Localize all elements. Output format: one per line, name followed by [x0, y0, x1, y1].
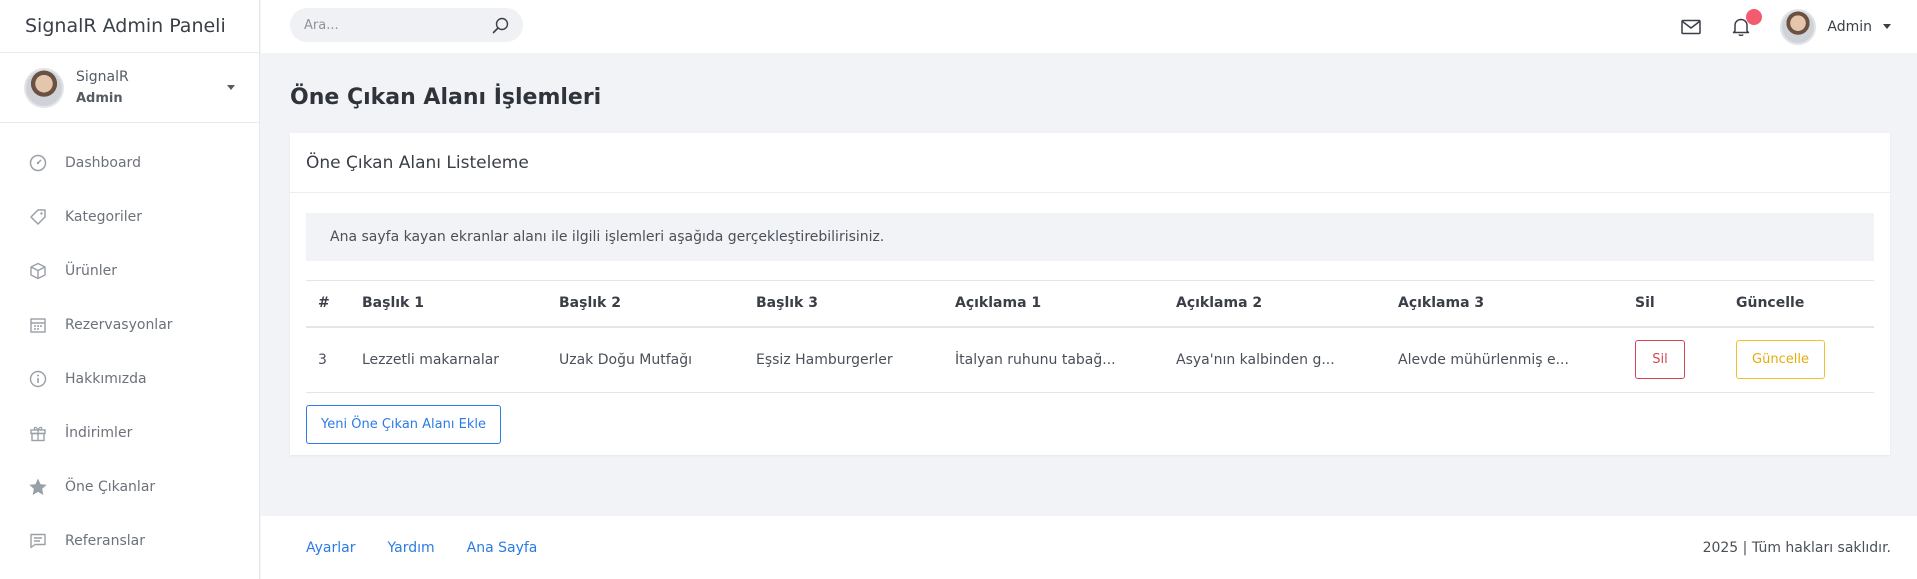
column-header: Sil — [1623, 280, 1724, 328]
user-menu-label[interactable]: Admin — [1827, 19, 1872, 35]
brand-title[interactable]: SignalR Admin Paneli — [0, 0, 259, 53]
search-icon[interactable] — [492, 17, 509, 38]
sidebar-profile[interactable]: SignalR Admin — [0, 53, 259, 123]
update-button[interactable]: Güncelle — [1736, 340, 1825, 380]
chevron-down-icon[interactable] — [227, 85, 235, 90]
info-icon — [28, 369, 48, 389]
message-icon — [28, 531, 48, 551]
sidebar-item-label: Öne Çıkanlar — [65, 479, 156, 495]
table-row: 3 Lezzetli makarnalar Uzak Doğu Mutfağı … — [306, 326, 1874, 393]
cell-sil: Sil — [1623, 326, 1724, 393]
column-header: Başlık 2 — [547, 280, 744, 328]
sidebar-item-indirimler[interactable]: İndirimler — [0, 406, 259, 460]
sidebar-item-label: Kategoriler — [65, 209, 142, 225]
sidebar-nav: Dashboard Kategoriler Ürünler Rezervasyo… — [0, 123, 259, 568]
list-card: Öne Çıkan Alanı Listeleme Ana sayfa kaya… — [290, 133, 1890, 455]
calendar-icon — [28, 315, 48, 335]
cell-id: 3 — [306, 326, 350, 393]
tag-icon — [28, 207, 48, 227]
star-icon — [28, 477, 48, 497]
sidebar-item-label: Ürünler — [65, 263, 118, 279]
page-title: Öne Çıkan Alanı İşlemleri — [290, 85, 602, 110]
user-avatar[interactable] — [1780, 8, 1817, 45]
topbar: Admin — [261, 0, 1917, 53]
sidebar-item-one-cikanlar[interactable]: Öne Çıkanlar — [0, 460, 259, 514]
search-input[interactable] — [304, 17, 474, 33]
box-icon — [28, 261, 48, 281]
card-title: Öne Çıkan Alanı Listeleme — [290, 133, 1890, 193]
profile-role: Admin — [76, 91, 123, 106]
sidebar-item-label: İndirimler — [65, 425, 133, 441]
gift-icon — [28, 423, 48, 443]
notification-badge — [1746, 8, 1763, 25]
sidebar-item-hakkimizda[interactable]: Hakkımızda — [0, 352, 259, 406]
chevron-down-icon[interactable] — [1883, 24, 1891, 29]
cell-baslik-1: Lezzetli makarnalar — [350, 326, 547, 393]
sidebar-item-dashboard[interactable]: Dashboard — [0, 136, 259, 190]
footer-link-settings[interactable]: Ayarlar — [306, 540, 355, 556]
sidebar-item-referanslar[interactable]: Referanslar — [0, 514, 259, 568]
sidebar-item-label: Dashboard — [65, 155, 141, 171]
bell-icon[interactable] — [1730, 8, 1763, 38]
footer-link-home[interactable]: Ana Sayfa — [467, 540, 538, 556]
info-alert: Ana sayfa kayan ekranlar alanı ile ilgil… — [306, 213, 1874, 261]
avatar — [24, 67, 64, 108]
column-header: Başlık 1 — [350, 280, 547, 328]
search-box — [290, 8, 523, 42]
column-header: # — [306, 280, 350, 328]
cell-guncelle: Güncelle — [1724, 326, 1874, 393]
footer-link-help[interactable]: Yardım — [387, 540, 434, 556]
delete-button[interactable]: Sil — [1635, 340, 1685, 380]
table-header-row: # Başlık 1 Başlık 2 Başlık 3 Açıklama 1 … — [306, 280, 1874, 328]
cell-baslik-3: Eşsiz Hamburgerler — [744, 326, 943, 393]
sidebar-item-rezervasyonlar[interactable]: Rezervasyonlar — [0, 298, 259, 352]
cell-aciklama-2: Asya'nın kalbinden g... — [1164, 326, 1386, 393]
sidebar: SignalR Admin Paneli SignalR Admin Dashb… — [0, 0, 260, 579]
footer-copyright: 2025 | Tüm hakları saklıdır. — [1702, 539, 1891, 556]
footer: Ayarlar Yardım Ana Sayfa 2025 | Tüm hakl… — [261, 516, 1917, 579]
profile-name: SignalR — [76, 69, 129, 85]
column-header: Açıklama 3 — [1386, 280, 1623, 328]
column-header: Açıklama 2 — [1164, 280, 1386, 328]
sidebar-item-label: Referanslar — [65, 533, 145, 549]
mail-icon[interactable] — [1680, 16, 1702, 38]
sidebar-item-kategoriler[interactable]: Kategoriler — [0, 190, 259, 244]
sidebar-item-urunler[interactable]: Ürünler — [0, 244, 259, 298]
cell-aciklama-1: İtalyan ruhunu tabağ... — [943, 326, 1164, 393]
sidebar-item-label: Hakkımızda — [65, 371, 147, 387]
cell-aciklama-3: Alevde mühürlenmiş e... — [1386, 326, 1623, 393]
column-header: Açıklama 1 — [943, 280, 1164, 328]
column-header: Başlık 3 — [744, 280, 943, 328]
dashboard-icon — [28, 153, 48, 173]
data-table: # Başlık 1 Başlık 2 Başlık 3 Açıklama 1 … — [306, 280, 1874, 393]
sidebar-item-label: Rezervasyonlar — [65, 317, 173, 333]
cell-baslik-2: Uzak Doğu Mutfağı — [547, 326, 744, 393]
add-featured-button[interactable]: Yeni Öne Çıkan Alanı Ekle — [306, 405, 501, 444]
column-header: Güncelle — [1724, 280, 1874, 328]
